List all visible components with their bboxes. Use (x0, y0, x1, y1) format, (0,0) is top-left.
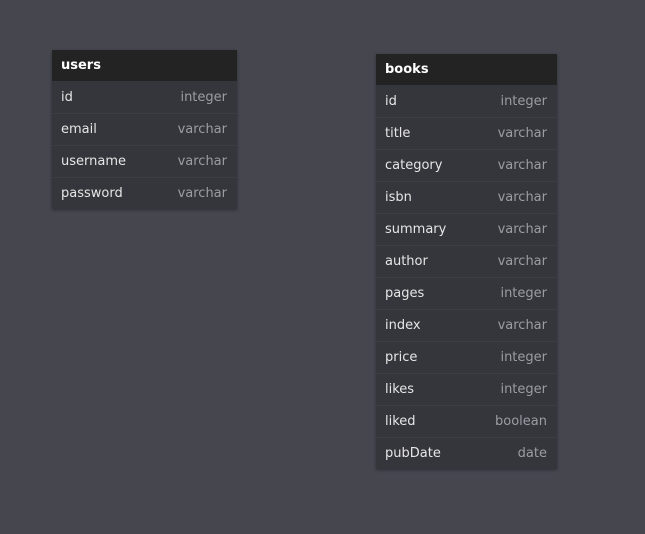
field-type: integer (500, 286, 547, 301)
field-list: id integer title varchar category varchar isbn… (376, 85, 557, 469)
field-row[interactable]: title varchar (376, 117, 557, 149)
field-name: isbn (385, 190, 412, 205)
table-users[interactable]: users id integer email varchar username varch… (52, 50, 237, 209)
field-type: varchar (177, 186, 227, 201)
table-header[interactable]: users (52, 50, 237, 81)
field-row[interactable]: id integer (52, 81, 237, 113)
field-row[interactable]: pages integer (376, 277, 557, 309)
field-row[interactable]: username varchar (52, 145, 237, 177)
field-type: integer (180, 89, 227, 105)
table-books[interactable]: books id integer title varchar category varch… (376, 54, 557, 469)
field-row[interactable]: index varchar (376, 309, 557, 341)
field-type: integer (500, 93, 547, 109)
field-type: varchar (497, 254, 547, 269)
field-name: username (61, 154, 126, 169)
field-name: pubDate (385, 446, 441, 461)
field-row[interactable]: summary varchar (376, 213, 557, 245)
field-type: integer (500, 350, 547, 365)
field-name: title (385, 126, 411, 141)
field-row[interactable]: pubDate date (376, 437, 557, 469)
field-type: varchar (497, 126, 547, 141)
field-type: boolean (495, 414, 547, 429)
field-row[interactable]: email varchar (52, 113, 237, 145)
table-header[interactable]: books (376, 54, 557, 85)
field-row[interactable]: liked boolean (376, 405, 557, 437)
field-name: index (385, 318, 421, 333)
field-row[interactable]: author varchar (376, 245, 557, 277)
field-type: integer (500, 382, 547, 397)
field-row[interactable]: isbn varchar (376, 181, 557, 213)
field-name: liked (385, 414, 416, 429)
field-row[interactable]: password varchar (52, 177, 237, 209)
field-name: id (61, 89, 73, 105)
field-name: email (61, 122, 97, 137)
field-row[interactable]: id integer (376, 85, 557, 117)
field-type: varchar (177, 154, 227, 169)
field-type: varchar (497, 222, 547, 237)
field-list: id integer email varchar username varchar pass… (52, 81, 237, 209)
field-name: summary (385, 222, 447, 237)
field-type: date (517, 446, 547, 461)
field-name: author (385, 254, 428, 269)
field-name: id (385, 93, 397, 109)
field-type: varchar (497, 318, 547, 333)
field-type: varchar (497, 158, 547, 173)
field-row[interactable]: category varchar (376, 149, 557, 181)
field-name: price (385, 350, 418, 365)
field-type: varchar (177, 122, 227, 137)
field-row[interactable]: likes integer (376, 373, 557, 405)
field-name: pages (385, 286, 425, 301)
field-type: varchar (497, 190, 547, 205)
field-name: category (385, 158, 443, 173)
field-name: password (61, 186, 123, 201)
field-row[interactable]: price integer (376, 341, 557, 373)
field-name: likes (385, 382, 415, 397)
